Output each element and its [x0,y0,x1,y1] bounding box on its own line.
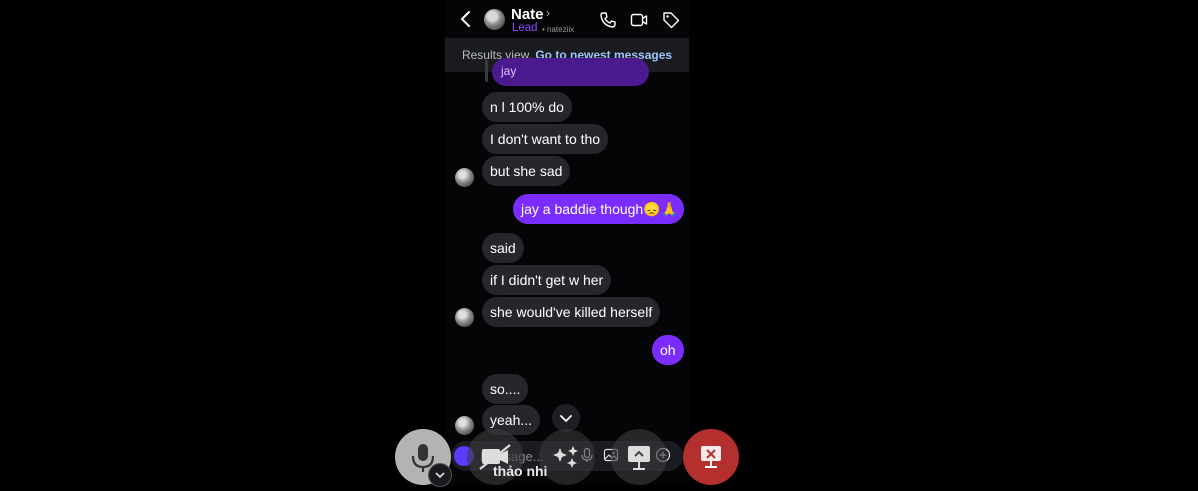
chat-screen: Nate › Lead • nateziix Results view. Go … [445,0,689,485]
username-text: nateziix [547,25,575,34]
message-bubble[interactable]: she would've killed herself [482,297,661,327]
screen-share-icon [628,446,650,470]
avatar[interactable] [455,308,474,327]
role-label: Lead [512,22,538,34]
chat-header: Nate › Lead • nateziix [445,0,689,38]
chevron-down-icon [560,415,572,423]
message-bubble[interactable]: jay a baddie though😞🙏 [513,194,684,224]
avatar[interactable] [455,168,474,187]
scroll-down-button[interactable] [552,404,580,432]
contact-name[interactable]: Nate [511,6,544,23]
message-bubble[interactable]: so.... [482,374,529,404]
username: • nateziix [542,25,575,34]
avatar[interactable] [484,9,505,30]
message-bubble[interactable]: said [482,233,524,263]
caller-name: thảo nhi [493,463,548,479]
chevron-left-icon[interactable] [459,9,473,29]
phone-icon[interactable] [599,11,617,29]
end-share-button[interactable] [683,429,739,485]
message-bubble[interactable]: but she sad [482,156,571,186]
screen-share-button[interactable] [611,429,667,485]
message-bubble[interactable]: n l 100% do [482,92,572,122]
chevron-down-icon [435,472,445,479]
video-icon[interactable] [630,11,648,29]
reply-indicator [485,60,488,82]
message-bubble[interactable]: oh [652,335,684,365]
chevron-right-icon[interactable]: › [546,6,550,20]
reply-preview-text: jay [501,64,517,78]
message-bubble[interactable]: I don't want to tho [482,124,609,154]
tag-icon[interactable] [662,11,680,29]
message-bubble[interactable]: if I didn't get w her [482,265,612,295]
end-share-icon [701,446,721,468]
mic-options-button[interactable] [428,463,452,487]
